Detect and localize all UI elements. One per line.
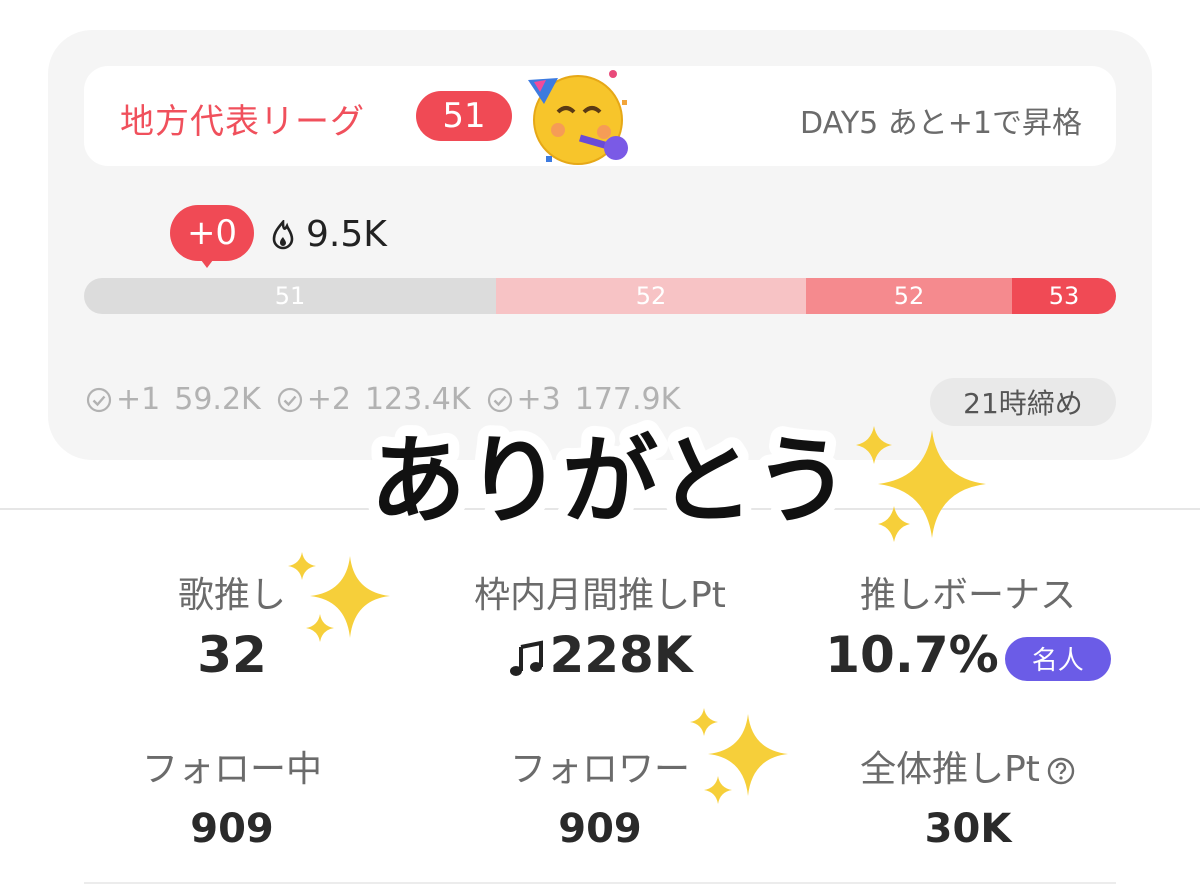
deadline-badge: 21時締め [930, 378, 1116, 426]
thank-you-text: ありがとう [370, 425, 850, 537]
progress-segment: 51 [84, 278, 496, 314]
help-icon[interactable] [1046, 756, 1076, 786]
stat-label: フォロワー [509, 749, 690, 790]
stat-label: 枠内月間推しPt [474, 575, 726, 616]
stat-value-row: 10.7% 名人 [788, 626, 1148, 684]
progress-segment: 52 [806, 278, 1012, 314]
stat-label-row: 全体推しPt [788, 740, 1148, 792]
promotion-info: DAY5 あと+1で昇格 [800, 106, 1082, 141]
threshold-label: +2 [306, 382, 351, 417]
check-circle-icon [277, 387, 302, 412]
sparkles-icon [856, 426, 986, 542]
stat-song-oshi[interactable]: 歌推し 32 [52, 566, 412, 684]
stat-total-pt[interactable]: 全体推しPt 30K [788, 740, 1148, 852]
league-name: 地方代表リーグ [120, 102, 365, 142]
progress-segment: 53 [1012, 278, 1116, 314]
party-face-icon [528, 70, 628, 165]
stat-followers[interactable]: フォロワー 909 [420, 740, 780, 852]
stat-monthly-pt[interactable]: 枠内月間推しPt 228K [420, 566, 780, 684]
rank-progress-bar: 51 52 52 53 [84, 278, 1116, 314]
check-circle-icon [86, 387, 112, 412]
rank-title-badge: 名人 [1004, 636, 1111, 681]
current-points: 9.5K [306, 214, 387, 255]
stat-following[interactable]: フォロー中 909 [52, 740, 412, 852]
stat-value-row: 228K [420, 626, 780, 684]
fire-icon [272, 220, 294, 250]
stat-value: 909 [190, 806, 274, 852]
stat-label: フォロー中 [141, 749, 322, 790]
threshold-value: 59.2K [174, 382, 261, 417]
stat-label: 歌推し [177, 575, 286, 616]
threshold-item: +1 59.2K [86, 382, 261, 417]
stat-value: 909 [558, 806, 642, 852]
stat-value: 10.7% [825, 626, 999, 684]
progress-segment: 52 [496, 278, 806, 314]
delta-badge: +0 [170, 205, 254, 261]
delta-badge-tail [198, 256, 216, 268]
stat-label: 推しボーナス [859, 575, 1076, 616]
bottom-divider [84, 882, 1116, 884]
stat-value: 32 [197, 626, 267, 684]
music-note-icon [510, 640, 544, 676]
stat-value: 30K [924, 806, 1012, 852]
rank-badge: 51 [416, 91, 512, 141]
threshold-label: +1 [116, 382, 161, 417]
stat-label: 全体推しPt [860, 749, 1040, 790]
stat-bonus[interactable]: 推しボーナス 10.7% 名人 [788, 566, 1148, 684]
thank-you-overlay: ありがとう [360, 414, 860, 548]
stat-value: 228K [549, 626, 693, 684]
